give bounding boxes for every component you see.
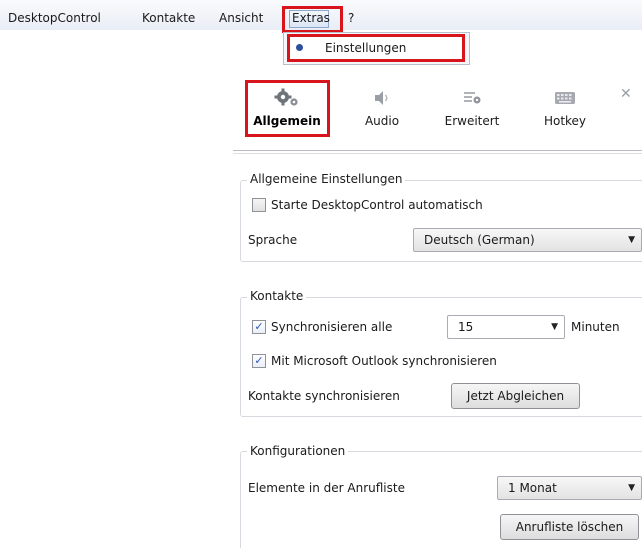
language-select-value: Deutsch (German) — [424, 233, 535, 247]
menu-kontakte[interactable]: Kontakte — [142, 11, 195, 25]
tab-allgemein-label: Allgemein — [253, 114, 321, 128]
autostart-label: Starte DesktopControl automatisch — [271, 198, 483, 212]
gears-icon — [252, 88, 322, 110]
menu-item-einstellungen[interactable]: Einstellungen — [325, 41, 406, 55]
tab-erweitert[interactable]: Erweitert — [437, 88, 507, 128]
toolbar-divider — [233, 150, 642, 151]
tab-hotkey-label: Hotkey — [543, 114, 587, 128]
outlook-sync-checkbox[interactable]: ✓ — [252, 354, 266, 368]
group-general-title: Allgemeine Einstellungen — [247, 172, 406, 186]
calllist-select[interactable]: 1 Monat ▼ — [497, 476, 642, 500]
sync-interval-select[interactable]: 15 ▼ — [447, 315, 565, 339]
menu-bar: DesktopControl Kontakte Ansicht Extras ? — [0, 0, 642, 33]
chevron-down-icon: ▼ — [628, 483, 635, 493]
radio-bullet-icon — [296, 44, 303, 51]
autostart-checkbox[interactable] — [252, 198, 266, 212]
annotation-box-extras — [282, 6, 343, 33]
sync-unit-label: Minuten — [571, 320, 620, 334]
outlook-sync-label: Mit Microsoft Outlook synchronisieren — [271, 354, 497, 368]
language-label: Sprache — [248, 233, 298, 247]
tab-erweitert-label: Erweitert — [444, 114, 500, 128]
tab-hotkey[interactable]: Hotkey — [535, 88, 595, 128]
menu-help[interactable]: ? — [348, 11, 354, 25]
toolbar-divider-shadow — [233, 153, 642, 154]
sync-interval-value: 15 — [458, 320, 474, 334]
calllist-select-value: 1 Monat — [508, 481, 557, 495]
sync-now-label: Kontakte synchronisieren — [248, 389, 400, 403]
calllist-label: Elemente in der Anrufliste — [248, 481, 405, 495]
group-contacts-title: Kontakte — [247, 289, 307, 303]
menu-desktopcontrol[interactable]: DesktopControl — [8, 11, 101, 25]
tab-allgemein[interactable]: Allgemein — [252, 88, 322, 128]
keyboard-icon — [535, 88, 595, 110]
sync-all-checkbox[interactable]: ✓ — [252, 320, 266, 334]
chevron-down-icon: ▼ — [551, 322, 558, 332]
close-icon[interactable]: ✕ — [620, 86, 632, 102]
sync-now-button[interactable]: Jetzt Abgleichen — [451, 383, 580, 409]
group-configurations-title: Konfigurationen — [247, 444, 349, 458]
sync-all-label: Synchronisieren alle — [271, 320, 393, 334]
tab-audio[interactable]: Audio — [356, 88, 408, 128]
language-select[interactable]: Deutsch (German) ▼ — [413, 228, 642, 252]
chevron-down-icon: ▼ — [628, 235, 635, 245]
speaker-icon — [356, 88, 408, 110]
menu-ansicht[interactable]: Ansicht — [219, 11, 263, 25]
advanced-settings-icon — [437, 88, 507, 110]
clear-calllist-button[interactable]: Anrufliste löschen — [500, 514, 639, 540]
tab-audio-label: Audio — [364, 114, 400, 128]
